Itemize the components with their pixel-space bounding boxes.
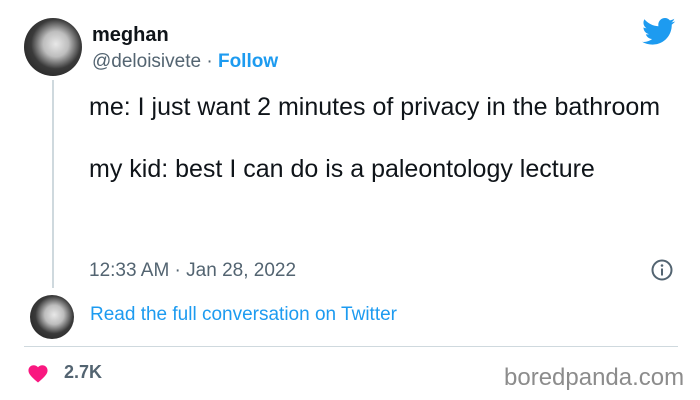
handle[interactable]: @deloisivete: [92, 51, 201, 72]
twitter-bird-icon[interactable]: [642, 18, 676, 46]
divider: [24, 346, 678, 347]
watermark: boredpanda.com: [504, 364, 685, 391]
separator: ·: [201, 51, 218, 72]
thread-line: [52, 80, 54, 288]
heart-icon[interactable]: [27, 363, 49, 383]
display-name[interactable]: meghan: [92, 24, 169, 47]
info-icon[interactable]: [651, 259, 673, 281]
read-full-conversation-link[interactable]: Read the full conversation on Twitter: [90, 304, 397, 326]
handle-row: @deloisivete · Follow: [92, 51, 278, 73]
avatar-small[interactable]: [30, 295, 74, 339]
like-count[interactable]: 2.7K: [64, 362, 102, 383]
follow-button[interactable]: Follow: [218, 51, 278, 72]
timestamp[interactable]: 12:33 AM · Jan 28, 2022: [89, 260, 296, 282]
tweet-text: me: I just want 2 minutes of privacy in …: [89, 93, 661, 183]
avatar[interactable]: [24, 18, 82, 76]
